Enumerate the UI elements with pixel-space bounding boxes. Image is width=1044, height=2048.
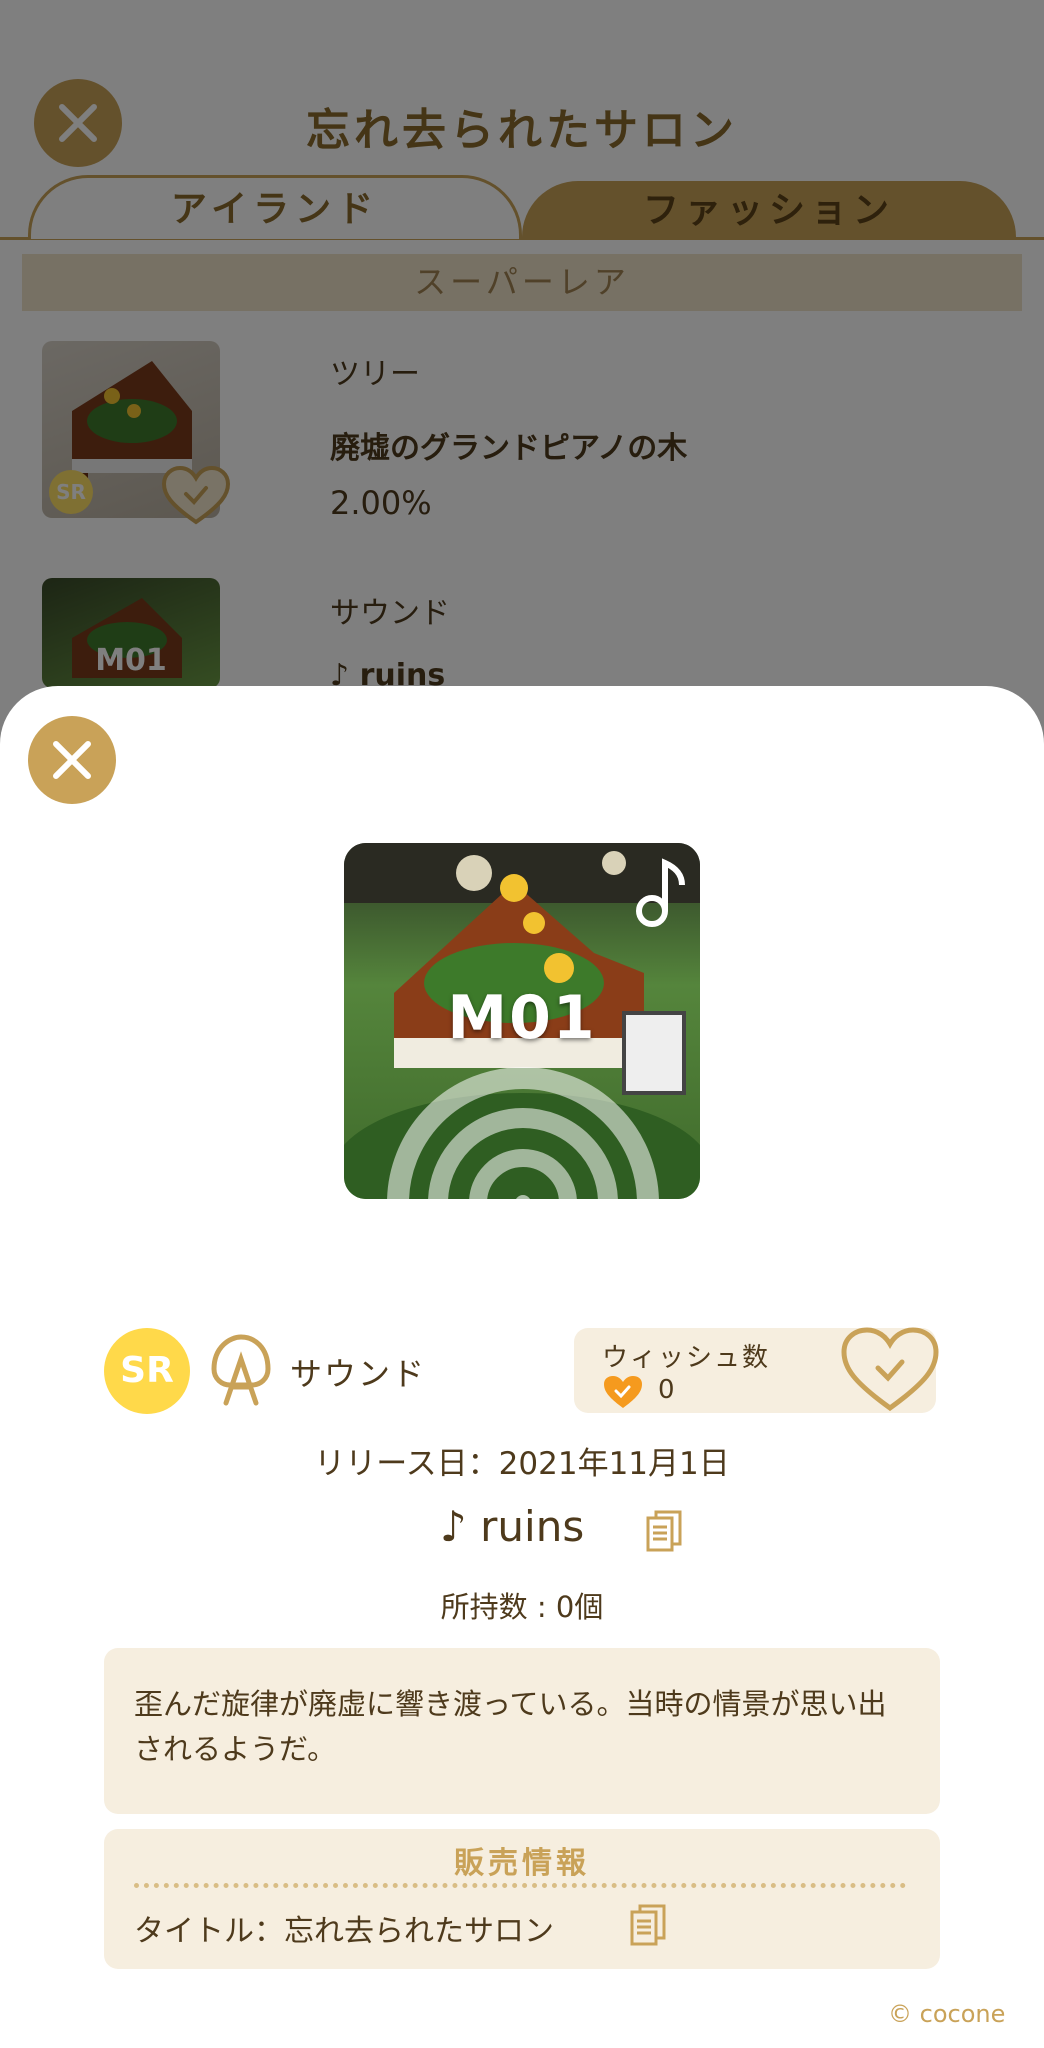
rarity-badge: SR [104,1328,190,1414]
sale-info-header: 販売情報 [454,1846,590,1881]
wish-count-value: 0 [658,1375,675,1405]
artwork-code: M01 [447,983,597,1053]
sound-category-icon [211,1334,271,1406]
heart-check-icon[interactable] [840,1326,940,1414]
release-date: リリース日：2021年11月1日 [314,1446,730,1482]
wish-count-label: ウィッシュ数 [602,1343,771,1373]
music-note-icon [636,858,685,927]
description-box: 歪んだ旋律が廃虚に響き渡っている。当時の情景が思い出されるようだ。 [104,1648,940,1814]
description-text: 歪んだ旋律が廃虚に響き渡っている。当時の情景が思い出されるようだ。 [134,1687,887,1766]
copy-document-icon[interactable] [628,1904,668,1948]
item-title: ♪ ruins [440,1502,585,1551]
copy-document-icon[interactable] [644,1510,684,1554]
sale-title-text: タイトル：忘れ去られたサロン [134,1914,554,1949]
item-artwork: M01 [344,843,700,1199]
category-label: サウンド [290,1355,427,1393]
close-icon [53,741,91,779]
disc-icon[interactable] [378,1053,668,1199]
copyright-text: © cocone [888,2000,1006,2028]
dotted-divider [134,1883,906,1888]
owned-count: 所持数 : 0個 [440,1590,604,1624]
heart-icon [604,1376,642,1408]
close-button[interactable] [28,716,116,804]
